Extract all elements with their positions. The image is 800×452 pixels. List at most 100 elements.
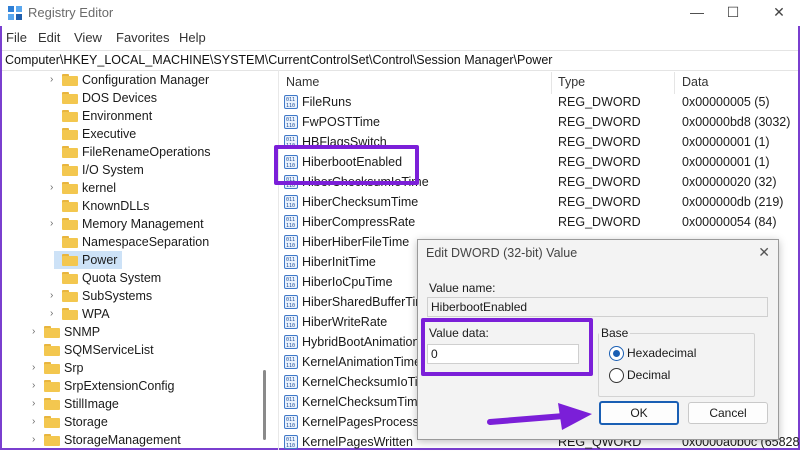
tree-item-namespaceseparation[interactable]: NamespaceSeparation [2,233,264,251]
tree-item-label: SQMServiceList [64,343,154,357]
tree-item-stillimage[interactable]: › StillImage [2,395,264,413]
chevron-right-icon[interactable]: › [32,323,42,341]
value-row[interactable]: 011 110 HiberCompressRate REG_DWORD 0x000000… [280,212,800,232]
svg-text:110: 110 [286,263,295,269]
chevron-right-icon[interactable]: › [50,179,60,197]
tree-item-label: Configuration Manager [82,73,210,87]
hexadecimal-label[interactable]: Hexadecimal [627,346,696,360]
menu-help[interactable]: Help [179,30,206,45]
svg-text:110: 110 [286,123,295,129]
menu-file[interactable]: File [6,30,27,45]
column-data[interactable]: Data [682,75,708,89]
column-name[interactable]: Name [286,75,319,89]
chevron-right-icon[interactable]: › [50,71,60,89]
tree-item-label: SubSystems [82,289,153,303]
tree-item-label: Executive [82,127,137,141]
window-title: Registry Editor [28,5,114,20]
dialog-title: Edit DWORD (32-bit) Value [426,246,578,260]
tree-item-memory-management[interactable]: › Memory Management [2,215,264,233]
tree-item-wpa[interactable]: › WPA [2,305,264,323]
tree-item-executive[interactable]: Executive [2,125,264,143]
address-bar[interactable]: Computer\HKEY_LOCAL_MACHINE\SYSTEM\Curre… [2,50,798,71]
tree-item-label: SNMP [64,325,101,339]
menu-view[interactable]: View [74,30,102,45]
folder-icon [62,74,78,86]
tree-item-storagemanagement[interactable]: › StorageManagement [2,431,264,449]
tree-item-kernel[interactable]: › kernel [2,179,264,197]
tree-item-label: Power [82,253,118,267]
tree-item-label: NamespaceSeparation [82,235,210,249]
menu-bar: File Edit View Favorites Help [0,28,800,48]
value-name: HiberIoCpuTime [302,275,393,289]
chevron-right-icon[interactable]: › [32,359,42,377]
tree-item-io-system[interactable]: I/O System [2,161,264,179]
value-data: 0x00000020 (32) [682,175,777,189]
tree-item-environment[interactable]: Environment [2,107,264,125]
column-divider[interactable] [674,72,675,94]
tree-item-label: WPA [82,307,110,321]
value-name-label: Value name: [429,281,496,295]
chevron-right-icon[interactable]: › [50,215,60,233]
chevron-right-icon[interactable]: › [32,413,42,431]
radio-hexadecimal[interactable] [609,346,624,361]
ok-button[interactable]: OK [599,401,679,425]
tree-item-label: DOS Devices [82,91,158,105]
radio-decimal[interactable] [609,368,624,383]
tree-item-sqmservicelist[interactable]: SQMServiceList [2,341,264,359]
tree-item-power[interactable]: Power [2,251,264,269]
folder-icon [62,218,78,230]
close-button[interactable]: ✕ [764,2,794,22]
reg-binary-icon: 011110 [284,255,298,269]
value-type: REG_DWORD [558,195,641,209]
reg-binary-icon: 011110 [284,95,298,109]
value-row[interactable]: 011 110 HiberChecksumTime REG_DWORD 0x000000… [280,192,800,212]
value-row[interactable]: 011 110 FileRuns REG_DWORD 0x00000005 (5) [280,92,800,112]
reg-binary-icon: 011110 [284,315,298,329]
value-type: REG_DWORD [558,135,641,149]
tree-item-configuration-manager[interactable]: › Configuration Manager [2,71,264,89]
tree-item-filerenameoperations[interactable]: FileRenameOperations [2,143,264,161]
cancel-button[interactable]: Cancel [688,402,768,424]
column-divider[interactable] [551,72,552,94]
values-header: Name Type Data [280,72,800,94]
svg-text:110: 110 [286,403,295,409]
value-name: HiberSharedBufferTime [302,295,433,309]
chevron-right-icon[interactable]: › [50,287,60,305]
svg-text:110: 110 [286,363,295,369]
value-name: KernelChecksumTime [302,395,425,409]
menu-edit[interactable]: Edit [38,30,60,45]
value-name: HiberHiberFileTime [302,235,410,249]
reg-binary-icon: 011110 [284,115,298,129]
close-icon[interactable]: ✕ [758,244,770,261]
minimize-button[interactable]: — [682,2,712,22]
chevron-right-icon[interactable]: › [32,431,42,449]
tree-item-label: Environment [82,109,153,123]
maximize-button[interactable]: ☐ [718,2,748,22]
tree-item-srpextensionconfig[interactable]: › SrpExtensionConfig [2,377,264,395]
column-type[interactable]: Type [558,75,585,89]
tree-item-label: SrpExtensionConfig [64,379,175,393]
value-type: REG_DWORD [558,215,641,229]
menu-favorites[interactable]: Favorites [116,30,169,45]
value-type: REG_DWORD [558,175,641,189]
tree-item-snmp[interactable]: › SNMP [2,323,264,341]
chevron-right-icon[interactable]: › [32,377,42,395]
tree-item-quota-system[interactable]: Quota System [2,269,264,287]
decimal-label[interactable]: Decimal [627,368,670,382]
tree-scrollbar-thumb[interactable] [263,370,266,440]
tree-item-dos-devices[interactable]: DOS Devices [2,89,264,107]
tree-item-knowndlls[interactable]: KnownDLLs [2,197,264,215]
tree-item-subsystems[interactable]: › SubSystems [2,287,264,305]
value-type: REG_DWORD [558,155,641,169]
chevron-right-icon[interactable]: › [50,305,60,323]
value-name-text: HiberbootEnabled [431,300,528,314]
tree-item-storage[interactable]: › Storage [2,413,264,431]
pane-splitter[interactable] [278,70,279,450]
svg-text:110: 110 [286,443,295,449]
folder-icon [62,308,78,320]
folder-open-icon [62,254,78,266]
value-row[interactable]: 011 110 FwPOSTTime REG_DWORD 0x00000bd8 (303… [280,112,800,132]
tree-item-label: I/O System [82,163,144,177]
chevron-right-icon[interactable]: › [32,395,42,413]
tree-item-srp[interactable]: › Srp [2,359,264,377]
